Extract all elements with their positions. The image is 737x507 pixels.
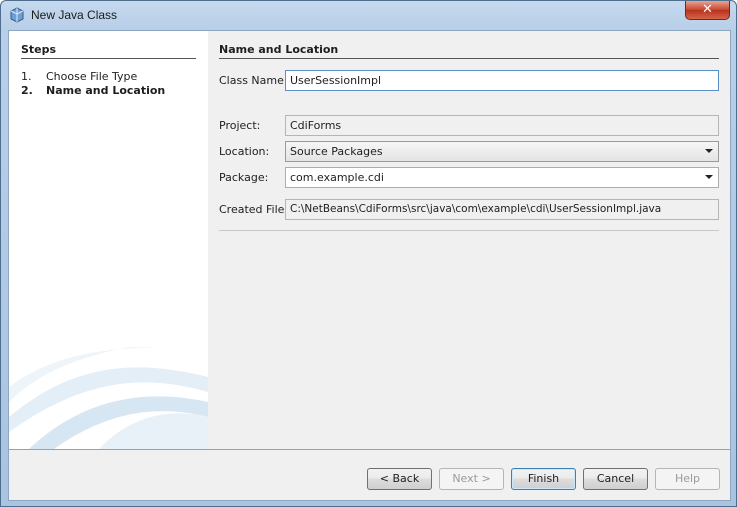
step-label: Choose File Type <box>46 70 138 83</box>
steps-divider <box>21 58 196 59</box>
close-button[interactable]: ✕ <box>685 1 730 20</box>
form-title-divider <box>219 58 719 59</box>
dialog-window: New Java Class ✕ Steps 1. Choose File Typ… <box>0 0 737 507</box>
step-label: Name and Location <box>46 84 166 97</box>
cancel-button[interactable]: Cancel <box>583 468 648 490</box>
step-number: 1. <box>21 70 32 83</box>
project-label: Project: <box>219 119 261 132</box>
created-file-field: C:\NetBeans\CdiForms\src\java\com\exampl… <box>285 199 719 220</box>
close-icon: ✕ <box>702 2 713 17</box>
dialog-body: Steps 1. Choose File Type 2. Name and Loca… <box>8 30 731 501</box>
chevron-down-icon[interactable] <box>704 172 714 182</box>
window-title: New Java Class <box>31 8 118 22</box>
class-name-field[interactable] <box>285 70 719 91</box>
steps-title: Steps <box>21 43 57 56</box>
finish-button[interactable]: Finish <box>511 468 576 490</box>
location-label: Location: <box>219 145 270 158</box>
title-bar[interactable]: New Java Class ✕ <box>1 1 736 29</box>
location-value: Source Packages <box>290 145 383 158</box>
decorative-swoosh-graphic <box>9 347 208 449</box>
step-item-name-and-location: 2. Name and Location <box>21 84 165 97</box>
package-value[interactable]: com.example.cdi <box>290 171 384 184</box>
step-item-choose-file-type: 1. Choose File Type <box>21 70 137 83</box>
step-number: 2. <box>21 84 33 97</box>
project-field: CdiForms <box>285 115 719 136</box>
class-name-input[interactable] <box>290 74 714 87</box>
form-title: Name and Location <box>219 43 339 56</box>
next-button[interactable]: Next > <box>439 468 504 490</box>
class-name-label: Class Name: <box>219 74 288 87</box>
java-class-icon <box>9 7 25 23</box>
location-dropdown[interactable]: Source Packages <box>285 141 719 162</box>
chevron-down-icon <box>705 149 713 153</box>
main-form: Name and Location Class Name: Project: C… <box>219 31 724 449</box>
form-separator <box>219 230 719 231</box>
package-combo[interactable]: com.example.cdi <box>285 167 719 188</box>
created-file-label: Created File: <box>219 203 289 216</box>
back-button[interactable]: < Back <box>367 468 432 490</box>
package-label: Package: <box>219 171 269 184</box>
help-button[interactable]: Help <box>655 468 720 490</box>
button-bar-divider <box>9 449 730 450</box>
steps-panel: Steps 1. Choose File Type 2. Name and Loca… <box>9 31 208 449</box>
